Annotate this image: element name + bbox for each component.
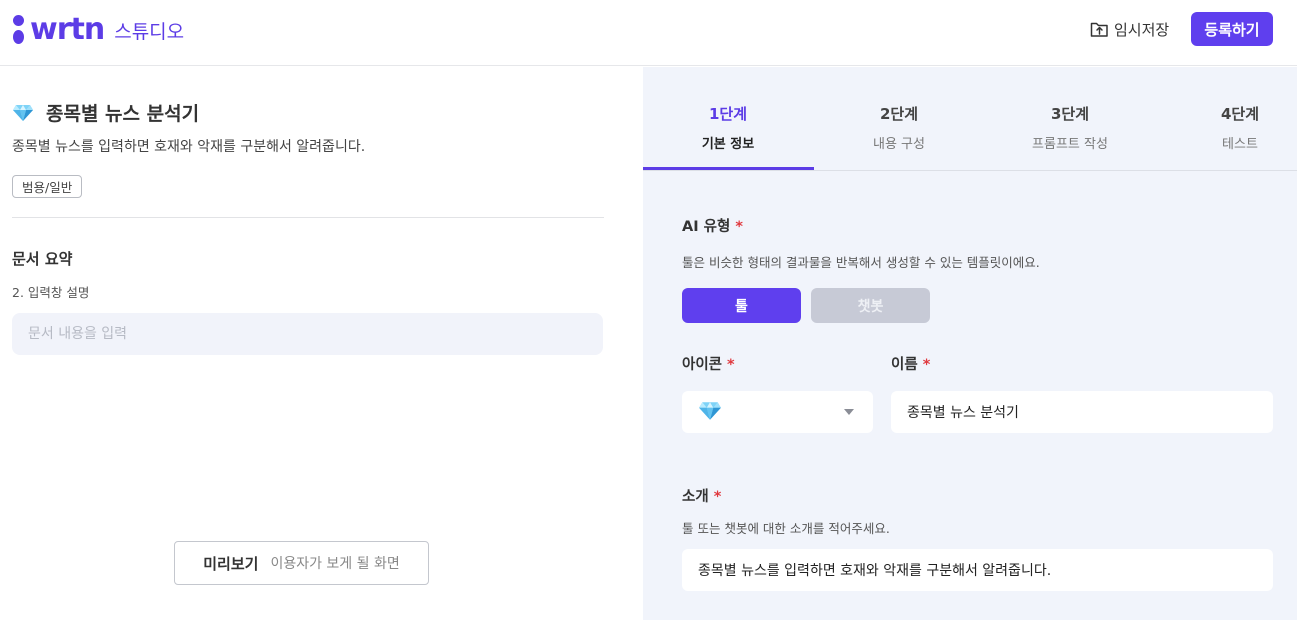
section-subtitle: 2. 입력창 설명 (12, 285, 90, 300)
gem-icon (699, 402, 721, 420)
icon-label: 아이콘 * (682, 357, 735, 373)
gem-icon (13, 104, 33, 121)
type-chatbot-button[interactable]: 챗봇 (811, 288, 930, 323)
logo-mark-icon (12, 13, 24, 45)
ai-type-label: AI 유형 * (682, 219, 743, 235)
logo-text: wrtn (30, 11, 105, 47)
folder-upload-icon (1090, 22, 1108, 37)
step-name: 프롬프트 작성 (1032, 137, 1108, 152)
wrtn-logo[interactable]: wrtn 스튜디오 (12, 11, 185, 47)
step-name: 내용 구성 (873, 137, 925, 152)
preview-hint: 이용자가 보게 될 화면 (270, 556, 400, 572)
tool-title-row: 종목별 뉴스 분석기 (12, 99, 199, 126)
logo-subtitle: 스튜디오 (114, 20, 185, 43)
category-tag: 범용/일반 (12, 175, 83, 198)
step-name: 기본 정보 (701, 137, 755, 152)
type-tool-button[interactable]: 툴 (682, 288, 801, 323)
step-number: 3단계 (1050, 105, 1090, 123)
required-mark: * (713, 489, 722, 505)
step-number: 2단계 (879, 105, 919, 123)
preview-panel: 종목별 뉴스 분석기 종목별 뉴스를 입력하면 호재와 악재를 구분해서 알려줍… (0, 67, 643, 620)
preview-button[interactable]: 미리보기 이용자가 보게 될 화면 (174, 541, 429, 585)
required-mark: * (735, 219, 743, 235)
step-tabs: 1단계 기본 정보 2단계 내용 구성 3단계 프롬프트 작성 4단계 테스트 (643, 67, 1297, 171)
register-button[interactable]: 등록하기 (1191, 12, 1273, 46)
document-input[interactable] (12, 313, 603, 355)
tool-title: 종목별 뉴스 분석기 (46, 103, 200, 125)
required-mark: * (922, 357, 931, 373)
name-label: 이름 * (891, 357, 931, 373)
top-header: wrtn 스튜디오 임시저장 등록하기 (0, 0, 1297, 66)
step-number: 1단계 (708, 105, 748, 123)
icon-select[interactable] (682, 391, 873, 433)
tab-step-1[interactable]: 1단계 기본 정보 (643, 103, 813, 152)
settings-panel: 1단계 기본 정보 2단계 내용 구성 3단계 프롬프트 작성 4단계 테스트 … (643, 67, 1297, 620)
step-name: 테스트 (1222, 137, 1258, 152)
tool-description: 종목별 뉴스를 입력하면 호재와 악재를 구분해서 알려줍니다. (12, 139, 366, 155)
tab-step-2[interactable]: 2단계 내용 구성 (814, 103, 984, 152)
chevron-down-icon (844, 409, 854, 415)
ai-type-hint: 툴은 비슷한 형태의 결과물을 반복해서 생성할 수 있는 템플릿이에요. (682, 255, 1040, 270)
intro-label: 소개 * (682, 489, 722, 505)
section-title: 문서 요약 (12, 250, 73, 268)
divider (12, 217, 604, 218)
active-step-indicator (643, 167, 814, 170)
name-field[interactable] (891, 391, 1273, 433)
preview-label: 미리보기 (203, 554, 259, 573)
temp-save-label: 임시저장 (1114, 20, 1170, 39)
intro-hint: 툴 또는 챗봇에 대한 소개를 적어주세요. (682, 521, 890, 536)
step-number: 4단계 (1220, 105, 1260, 123)
tab-step-3[interactable]: 3단계 프롬프트 작성 (985, 103, 1155, 152)
required-mark: * (727, 357, 735, 373)
intro-field[interactable] (682, 549, 1273, 591)
tab-step-4[interactable]: 4단계 테스트 (1155, 103, 1297, 152)
temp-save-button[interactable]: 임시저장 (1090, 16, 1169, 42)
